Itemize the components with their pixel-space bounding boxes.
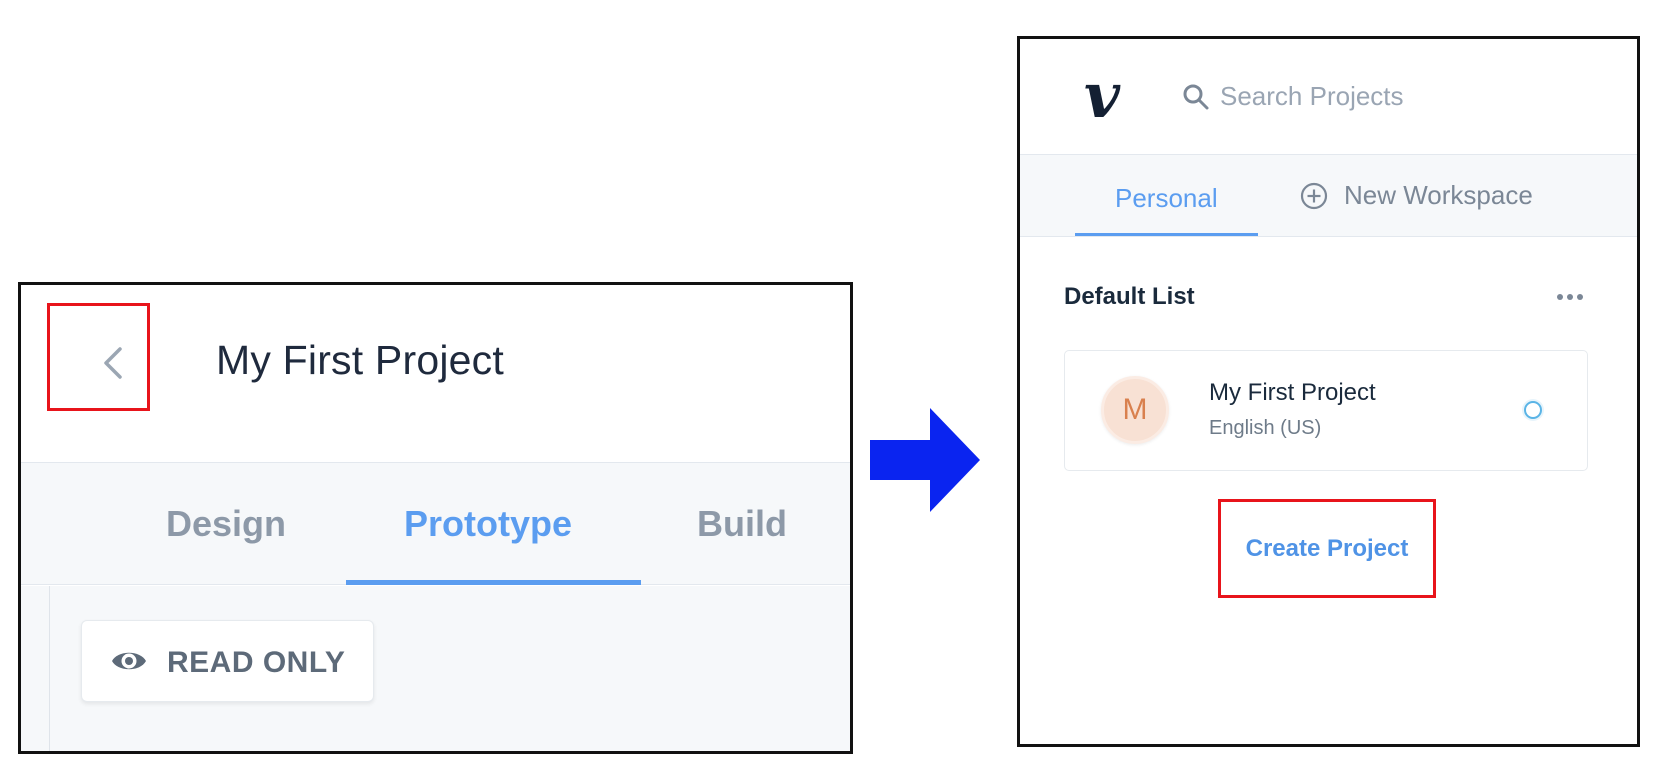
active-tab-indicator (1075, 233, 1258, 236)
new-workspace-label: New Workspace (1344, 180, 1533, 210)
create-project-label: Create Project (1245, 534, 1409, 562)
more-options-icon[interactable] (1556, 293, 1584, 301)
canvas-area: READ ONLY (21, 586, 850, 751)
back-button[interactable] (47, 303, 150, 411)
read-only-badge: READ ONLY (81, 620, 374, 702)
tab-prototype[interactable]: Prototype (404, 503, 572, 545)
top-bar: v (1020, 39, 1637, 155)
read-only-label: READ ONLY (167, 646, 346, 679)
project-card[interactable]: M My First Project English (US) (1064, 350, 1588, 471)
status-indicator-icon (1524, 401, 1542, 419)
workspace-tab-bar: Personal New Workspace (1020, 155, 1637, 237)
create-project-button[interactable]: Create Project (1218, 499, 1436, 598)
tab-personal[interactable]: Personal (1115, 183, 1218, 214)
active-tab-indicator (346, 580, 641, 585)
project-title: My First Project (216, 337, 504, 383)
project-language: English (US) (1209, 417, 1322, 439)
app-logo[interactable]: v (1084, 59, 1120, 132)
search-input[interactable] (1220, 79, 1600, 113)
tab-design[interactable]: Design (166, 503, 286, 545)
arrow-right-icon (870, 408, 980, 512)
divider (49, 586, 50, 751)
project-header-panel: My First Project Design Prototype Build … (18, 282, 853, 754)
project-avatar: M (1101, 376, 1169, 444)
new-workspace-button[interactable]: New Workspace (1300, 180, 1533, 211)
list-title: Default List (1064, 283, 1195, 310)
project-name: My First Project (1209, 379, 1376, 406)
search-icon (1182, 83, 1210, 116)
eye-icon (112, 652, 146, 670)
project-tab-bar: Design Prototype Build (21, 463, 850, 585)
projects-panel: v Personal New Workspace Default List M … (1017, 36, 1640, 747)
plus-circle-icon (1300, 182, 1328, 209)
chevron-left-icon (104, 347, 122, 379)
project-header: My First Project (21, 285, 850, 463)
tab-build[interactable]: Build (697, 503, 787, 545)
